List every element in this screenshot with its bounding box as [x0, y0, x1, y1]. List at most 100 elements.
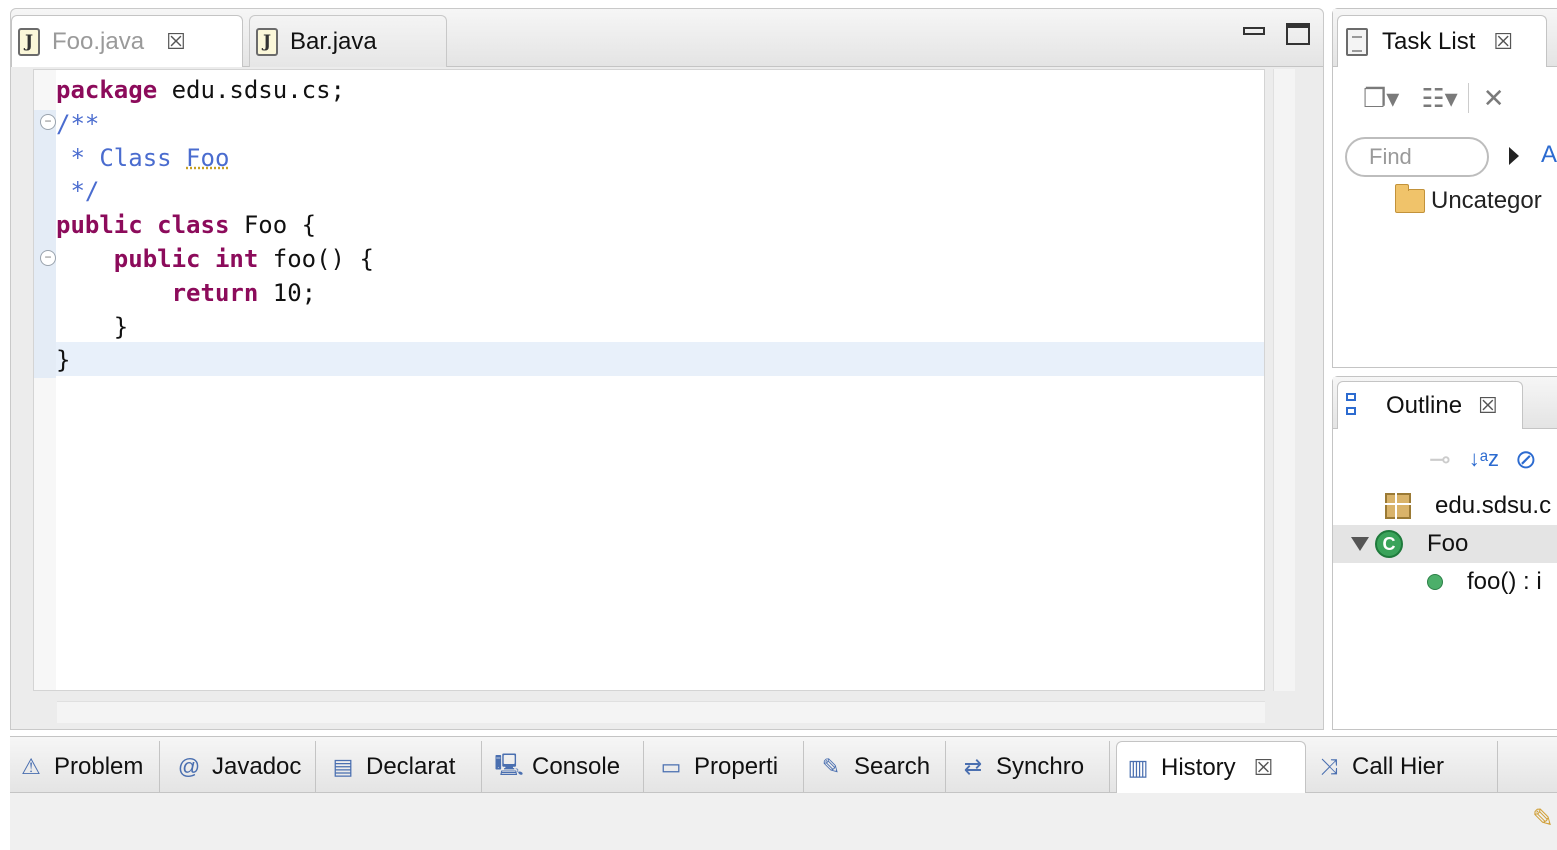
- tab-label: Declarat: [366, 753, 456, 780]
- outline-method-foo[interactable]: foo() : i: [1333, 563, 1557, 601]
- task-list-toolbar: ❐▾ ☷▾ ✕: [1333, 69, 1557, 127]
- outline-toolbar: ⊸ ↓ᵃz ⊘: [1333, 435, 1557, 483]
- tab-label: Bar.java: [290, 27, 377, 55]
- categorize-icon[interactable]: ☷▾: [1421, 83, 1457, 113]
- console-icon: 🖳: [494, 752, 524, 777]
- code-line: }: [56, 311, 374, 345]
- folder-label: Uncategor: [1431, 187, 1542, 214]
- tab-label: Javadoc: [212, 753, 302, 780]
- tab-label: Task List: [1382, 27, 1476, 55]
- task-list-tab-bar: Task List ☒: [1333, 9, 1557, 67]
- tab-problems[interactable]: ⚠ Problem: [10, 741, 160, 793]
- tab-bar-java[interactable]: J Bar.java: [249, 15, 447, 67]
- call-hierarchy-icon: ⤨: [1320, 754, 1338, 779]
- tab-foo-java[interactable]: J Foo.java ☒: [11, 15, 243, 67]
- java-file-icon: J: [18, 27, 40, 56]
- new-task-icon[interactable]: ❐▾: [1363, 83, 1399, 113]
- class-icon: C: [1375, 530, 1403, 558]
- tab-history[interactable]: ▥ History ☒: [1116, 741, 1306, 793]
- code-text: package edu.sdsu.cs;/** * Class Foo */pu…: [56, 74, 374, 378]
- outline-tab-bar: Outline ☒: [1333, 377, 1557, 429]
- tab-outline[interactable]: Outline ☒: [1337, 381, 1523, 429]
- tab-label: Problem: [54, 753, 144, 780]
- code-token: class: [157, 211, 230, 240]
- tab-synchronize[interactable]: ⇄ Synchro: [952, 741, 1110, 793]
- fold-collapse-icon[interactable]: −: [40, 114, 56, 130]
- tab-console[interactable]: 🖳 Console: [488, 741, 644, 793]
- tab-call-hierarchy[interactable]: ⤨ Call Hier: [1308, 741, 1498, 793]
- code-token: public: [113, 244, 201, 273]
- close-icon[interactable]: ☒: [1478, 393, 1498, 419]
- code-editor[interactable]: − − package edu.sdsu.cs; /** * Class Foo …: [33, 69, 1265, 691]
- code-token: foo() {: [258, 244, 374, 273]
- code-token: package: [56, 76, 158, 104]
- pin-icon[interactable]: ✎: [1532, 803, 1554, 834]
- history-icon: ▥: [1127, 754, 1149, 780]
- expanded-triangle-icon[interactable]: [1351, 537, 1369, 551]
- code-token: int: [214, 244, 259, 273]
- javadoc-icon: @: [177, 754, 201, 779]
- horizontal-scrollbar[interactable]: [57, 701, 1265, 723]
- outline-package[interactable]: edu.sdsu.c: [1333, 487, 1557, 525]
- outline-view: Outline ☒ ⊸ ↓ᵃz ⊘ edu.sdsu.c C Foo foo()…: [1332, 376, 1557, 730]
- maximize-icon[interactable]: [1286, 23, 1310, 45]
- expand-right-icon[interactable]: [1509, 147, 1519, 165]
- task-list-icon: [1346, 27, 1368, 56]
- code-line: return 10;: [56, 277, 374, 311]
- tab-label: Search: [854, 753, 931, 780]
- tab-declaration[interactable]: ▤ Declarat: [322, 741, 482, 793]
- close-icon[interactable]: ☒: [1493, 29, 1513, 55]
- tab-label: Synchro: [996, 753, 1085, 780]
- tab-task-list[interactable]: Task List ☒: [1337, 15, 1547, 67]
- code-line: public int foo() {: [56, 243, 374, 277]
- tab-javadoc[interactable]: @ Javadoc: [168, 741, 316, 793]
- hide-fields-icon[interactable]: ⊘: [1515, 444, 1537, 474]
- tab-label: Call Hier: [1352, 753, 1445, 780]
- link-with-editor-icon[interactable]: ⊸: [1429, 444, 1451, 474]
- tab-search[interactable]: ✎ Search: [810, 741, 946, 793]
- code-token: * Class: [56, 143, 187, 172]
- code-token: }: [56, 312, 129, 341]
- tab-label: Console: [532, 753, 621, 780]
- activate-link[interactable]: A: [1541, 141, 1557, 169]
- code-token: Foo {: [229, 211, 317, 240]
- overview-ruler: [1273, 69, 1295, 691]
- public-method-icon: [1427, 574, 1443, 590]
- sort-icon[interactable]: ↓ᵃz: [1469, 444, 1499, 474]
- bottom-tab-bar: ⚠ Problem @ Javadoc ▤ Declarat 🖳 Console ▭ Proper…: [10, 737, 1557, 793]
- code-token: return: [171, 278, 259, 307]
- code-token: public: [56, 211, 143, 240]
- code-line: }: [56, 344, 374, 378]
- eclipse-workbench: J Foo.java ☒ J Bar.java − − package edu.…: [0, 0, 1557, 850]
- code-line: public class Foo {: [56, 209, 374, 243]
- code-token: /**: [56, 109, 100, 138]
- code-token: }: [56, 346, 71, 375]
- folder-icon: [1395, 184, 1425, 213]
- code-line: /**: [56, 108, 374, 142]
- ruler-highlight: [34, 110, 56, 378]
- declaration-icon: ▤: [332, 754, 354, 779]
- tab-properties[interactable]: ▭ Properti: [650, 741, 804, 793]
- tab-label: History: [1161, 753, 1236, 781]
- package-icon: [1385, 493, 1411, 519]
- close-icon[interactable]: ☒: [166, 29, 186, 55]
- left-ruler: − −: [34, 70, 56, 690]
- code-token: edu.sdsu.cs;: [157, 76, 345, 104]
- uncategorized-folder[interactable]: Uncategor: [1395, 184, 1542, 215]
- code-token: 10;: [258, 278, 317, 307]
- editor-tab-bar: J Foo.java ☒ J Bar.java: [11, 9, 1323, 67]
- history-view-body: [10, 793, 1557, 850]
- synchronize-icon: ⇄: [963, 754, 983, 779]
- tab-label: Properti: [694, 753, 779, 780]
- find-input[interactable]: Find: [1345, 137, 1489, 177]
- code-line: */: [56, 175, 374, 209]
- properties-icon: ▭: [660, 754, 682, 779]
- outline-class-foo[interactable]: C Foo: [1333, 525, 1557, 563]
- fold-collapse-icon[interactable]: −: [40, 250, 56, 266]
- close-icon[interactable]: ☒: [1254, 755, 1274, 781]
- delete-icon[interactable]: ✕: [1467, 83, 1505, 113]
- minimize-icon[interactable]: [1243, 27, 1265, 35]
- outline-icon: [1346, 391, 1374, 421]
- task-list-view: Task List ☒ ❐▾ ☷▾ ✕ Find A Uncategor: [1332, 8, 1557, 368]
